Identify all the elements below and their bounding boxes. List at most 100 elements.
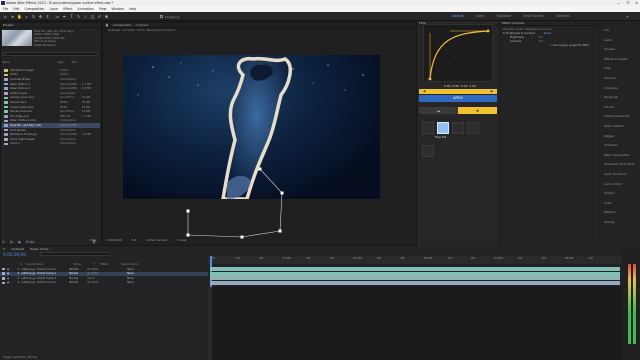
layer-mode[interactable]: Normal [69,268,87,271]
dolly-tool-icon[interactable]: ⇕ [45,14,50,19]
interpret-footage-icon[interactable]: ⚙ [2,240,5,244]
workspace-learn[interactable]: Learn [476,14,485,18]
preset-ease-in-out[interactable] [422,122,434,134]
maximize-button[interactable]: ❐ [626,1,629,5]
label-color-swatch[interactable] [4,142,8,146]
layer-duration-bar[interactable] [210,267,620,271]
brightness-value[interactable]: 0.0 [539,36,543,39]
layer-name[interactable]: outlined_gr...5mm1 Comp 1 [21,277,69,280]
layer-parent[interactable]: None [127,272,147,275]
comp-name[interactable]: Outlined [136,23,149,27]
preset-bounce[interactable] [422,145,434,157]
layer-parent[interactable]: None [127,281,147,284]
menu-window[interactable]: Window [111,7,124,11]
label-color-swatch[interactable] [4,114,8,118]
right-panel-item[interactable]: Scale [604,201,612,205]
zoom-dropdown[interactable]: 50% [90,238,96,242]
workspace-standard[interactable]: Standard [497,14,512,18]
right-panel-item[interactable]: Align [604,66,611,70]
home-icon[interactable]: ⌂ [3,14,8,19]
label-color-swatch[interactable] [4,87,8,90]
time-ruler[interactable]: 0f 10f 20f 01:00f 10f 20f 02:00f 10f 20f 03:00f 10… [208,256,622,264]
layer-parent[interactable]: None [127,268,147,271]
layer-mode[interactable]: Normal [69,272,87,275]
right-panel-item[interactable]: Motion Sketch [604,124,624,128]
effect-controls-title[interactable]: Effect Controls [500,21,598,26]
menu-composition[interactable]: Composition [25,7,45,11]
right-panel-item[interactable]: Wiggler [604,134,615,138]
preset-ease-out-selected[interactable] [437,122,449,134]
contrast-value[interactable]: 0.0 [539,40,543,43]
toggle-switches-modes[interactable]: Toggle Switches / Modes [3,355,37,359]
curve-graph[interactable] [423,24,493,82]
right-panel-item[interactable]: Anchor Point [604,182,622,186]
resolution-dropdown[interactable]: Full [132,238,137,242]
right-panel-item[interactable]: Properties: Drop Moti... [604,162,636,166]
pan-tool-icon[interactable]: ✥ [38,14,43,19]
label-color-swatch[interactable] [4,137,8,141]
new-folder-icon[interactable]: ▤ [10,240,13,244]
right-panel-item[interactable]: Info [604,28,609,32]
label-color-swatch[interactable] [4,133,8,136]
layer-duration-bar[interactable] [210,280,620,285]
label-color-swatch[interactable] [4,128,8,132]
label-color-swatch[interactable] [4,110,8,113]
right-panel-item[interactable]: Character [604,86,618,90]
layer-name[interactable]: outlined_gr...5mm1 Comp 1 [21,268,69,271]
col-name[interactable]: Name [2,61,10,64]
label-color-swatch[interactable] [4,69,8,72]
right-panel-item[interactable]: Effects & Presets [604,57,628,61]
curve-values[interactable]: 0.00, 0.80, 0.32, 1.00 [425,84,495,88]
minimize-button[interactable]: — [617,1,620,5]
project-list-item[interactable]: Comp 1 Composition [2,142,100,147]
stamp-tool-icon[interactable]: ⊥ [83,14,88,19]
right-panel-item[interactable]: Opacity [604,220,615,224]
zoom-tool-icon[interactable]: ⌕ [24,14,29,19]
presets-library-icon[interactable]: ☁ [419,107,458,114]
mask-path-overlay[interactable] [180,165,290,245]
timeline-tab-outlined[interactable]: Outlined [12,247,25,251]
label-color-swatch[interactable] [4,78,8,81]
timeline-tab-paper[interactable]: Paper Comp [30,247,48,251]
right-panel-item[interactable]: Libraries [604,76,616,80]
layer-mode[interactable]: Normal [69,281,87,284]
timeline-layer-row[interactable]: ◉ 4 outlined_gr...5mm1 Comp 1 Normal No Matt… [0,281,208,285]
col-parent[interactable]: Parent & Link [122,263,139,266]
search-help-icon[interactable]: ⌕ [625,14,630,19]
roto-brush-tool-icon[interactable]: ✐ [97,14,102,19]
ease-toggle-bar[interactable]: ◀ ▶ [419,89,497,94]
close-tab-icon[interactable]: ✕ [3,247,6,251]
workspace-libraries[interactable]: Libraries [556,14,570,18]
layer-trkmat[interactable]: Alpha [87,277,105,280]
label-color-swatch[interactable] [4,82,8,86]
right-panel-item[interactable]: Tracker [604,105,614,109]
timeline-timecode[interactable]: 0;00;00;00 [3,252,26,257]
orbit-tool-icon[interactable]: ↻ [31,14,36,19]
brush-tool-icon[interactable]: ✎ [76,14,81,19]
snapping-checkbox[interactable] [160,15,163,18]
right-panel-item[interactable]: Paragraph [604,95,618,99]
puppet-tool-icon[interactable]: ✱ [104,14,109,19]
col-type[interactable]: Type [58,61,64,64]
view-layout-dropdown[interactable]: 1 View [177,238,186,242]
eraser-tool-icon[interactable]: ◫ [90,14,95,19]
menu-file[interactable]: File [3,7,8,11]
project-panel-title[interactable]: Project [1,23,101,28]
col-t[interactable]: T [94,263,96,266]
label-color-swatch[interactable] [4,96,8,100]
right-panel-item[interactable]: Smoother [604,143,618,147]
layer-trkmat[interactable]: No Matte [87,268,105,271]
reset-link[interactable]: Reset [544,32,551,35]
label-color-swatch[interactable] [4,101,8,104]
legacy-checkbox[interactable]: ☐ Use Legacy (supports HDR) [550,44,589,47]
label-color-swatch[interactable] [4,105,8,109]
rectangle-tool-icon[interactable]: ▭ [55,14,60,19]
pen-tool-icon[interactable]: ✒ [62,14,67,19]
layer-trkmat[interactable]: No Matte [87,272,105,275]
close-button[interactable]: ✕ [635,1,638,5]
selection-tool-icon[interactable]: ➤ [10,14,15,19]
layer-duration-bar[interactable] [210,276,620,281]
layer-trkmat[interactable]: No Matte [87,281,105,284]
layer-label-swatch[interactable] [2,277,5,280]
right-panel-item[interactable]: Position [604,191,615,195]
